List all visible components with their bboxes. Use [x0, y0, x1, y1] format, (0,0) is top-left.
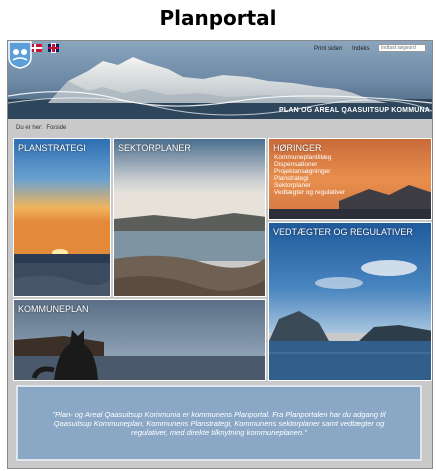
index-link[interactable]: Indeks [352, 46, 370, 52]
sunset-image [14, 139, 110, 296]
site-header: Print siden Indeks PLAN OG AREAL QAASUIT… [8, 41, 432, 119]
tile-vedtaegter[interactable]: VEDTÆGTER OG REGULATIVER [268, 222, 432, 381]
intro-text: "Plan- og Areal Qaasuitsup Kommunia er k… [52, 409, 386, 437]
list-item[interactable]: Planstrategi [274, 175, 345, 182]
list-item[interactable]: Sektorplaner [274, 182, 345, 189]
municipality-title: PLAN OG AREAL QAASUITSUP KOMMUNA [279, 107, 430, 114]
tile-planstrategi[interactable]: PLANSTRATEGI [13, 138, 111, 297]
list-item[interactable]: Kommuneplantillæg [274, 154, 345, 161]
denmark-flag-icon[interactable] [31, 44, 42, 52]
horinger-list: Kommuneplantillæg Dispensationer Projekt… [274, 154, 345, 196]
breadcrumb-current[interactable]: Forside [46, 125, 66, 131]
fjord-image [269, 223, 431, 380]
browser-frame: Print siden Indeks PLAN OG AREAL QAASUIT… [7, 40, 433, 469]
list-item[interactable]: Projektansøgninger [274, 168, 345, 175]
tile-title: KOMMUNEPLAN [18, 304, 89, 314]
tile-title: HØRINGER [273, 143, 322, 153]
list-item[interactable]: Vedtægter og regulativer [274, 189, 345, 196]
tile-sektorplaner[interactable]: SEKTORPLANER [113, 138, 266, 297]
breadcrumb-label: Du er her: [16, 125, 43, 131]
search-input[interactable] [378, 44, 426, 52]
lake-landscape-image [114, 139, 265, 296]
print-link[interactable]: Print siden [314, 46, 342, 52]
tile-title: VEDTÆGTER OG REGULATIVER [273, 227, 413, 237]
municipality-logo-icon[interactable] [8, 41, 32, 69]
breadcrumb: Du er her: Forside [16, 125, 68, 131]
list-item[interactable]: Dispensationer [274, 161, 345, 168]
tile-title: PLANSTRATEGI [18, 143, 86, 153]
page-caption: Planportal [159, 6, 277, 30]
tile-title: SEKTORPLANER [118, 143, 191, 153]
intro-box: "Plan- og Areal Qaasuitsup Kommunia er k… [16, 385, 422, 461]
tile-kommuneplan[interactable]: KOMMUNEPLAN [13, 299, 266, 381]
uk-flag-icon[interactable] [48, 44, 59, 52]
tile-horinger[interactable]: HØRINGER Kommuneplantillæg Dispensatione… [268, 138, 432, 220]
